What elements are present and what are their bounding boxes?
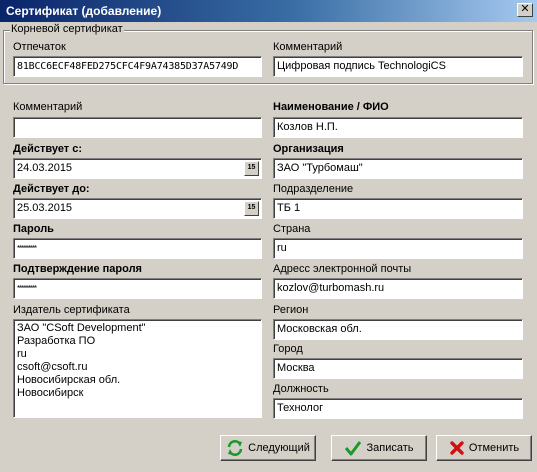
save-button-label: Записать xyxy=(366,442,414,454)
valid-to-label: Действует до: xyxy=(13,183,90,195)
position-field[interactable]: Технолог xyxy=(273,398,523,419)
calendar-icon[interactable]: 15 xyxy=(244,161,259,176)
root-certificate-group-label: Корневой сертификат xyxy=(10,23,124,35)
title-bar: Сертификат (добавление) ✕ xyxy=(0,0,537,22)
cancel-button[interactable]: Отменить xyxy=(436,435,532,461)
issuer-line: ru xyxy=(17,348,27,360)
organization-label: Организация xyxy=(273,143,344,155)
root-comment-label: Комментарий xyxy=(273,41,343,53)
issuer-line: ЗАО "CSoft Development" xyxy=(17,322,146,334)
password-label: Пароль xyxy=(13,223,54,235)
email-label: Адресс электронной почты xyxy=(273,263,412,275)
issuer-line: csoft@csoft.ru xyxy=(17,361,88,373)
department-label: Подразделение xyxy=(273,183,354,195)
country-field[interactable]: ru xyxy=(273,238,523,259)
root-comment-field[interactable]: Цифровая подпись TechnologiCS xyxy=(273,56,523,77)
issuer-line: Новосибирская обл. xyxy=(17,374,121,386)
window-title: Сертификат (добавление) xyxy=(6,4,162,18)
valid-from-field[interactable]: 24.03.2015 15 xyxy=(13,158,262,179)
valid-to-value: 25.03.2015 xyxy=(17,202,73,214)
fingerprint-label: Отпечаток xyxy=(13,41,66,53)
comment-label: Комментарий xyxy=(13,101,83,113)
comment-field[interactable] xyxy=(13,117,262,138)
cancel-button-label: Отменить xyxy=(468,442,520,454)
email-field[interactable]: kozlov@turbomash.ru xyxy=(273,278,523,299)
next-button[interactable]: Следующий xyxy=(220,435,316,461)
valid-to-field[interactable]: 25.03.2015 15 xyxy=(13,198,262,219)
fingerprint-field[interactable]: 81BCC6ECF48FED275CFC4F9A74385D37A5749D xyxy=(13,56,262,77)
red-x-icon xyxy=(450,441,464,455)
department-field[interactable]: ТБ 1 xyxy=(273,198,523,219)
password-confirm-label: Подтверждение пароля xyxy=(13,263,142,275)
refresh-arrows-icon xyxy=(227,440,243,456)
issuer-line: Разработка ПО xyxy=(17,335,96,347)
checkmark-icon xyxy=(345,441,362,456)
city-field[interactable]: Москва xyxy=(273,358,523,379)
country-label: Страна xyxy=(273,223,311,235)
close-button[interactable]: ✕ xyxy=(517,3,533,17)
issuer-memo[interactable]: ЗАО "CSoft Development" Разработка ПО ru… xyxy=(13,319,262,418)
position-label: Должность xyxy=(273,383,329,395)
city-label: Город xyxy=(273,343,303,355)
issuer-line: Новосибирск xyxy=(17,387,84,399)
password-field[interactable]: ********* xyxy=(13,238,262,259)
password-confirm-field[interactable]: ********* xyxy=(13,278,262,299)
valid-from-value: 24.03.2015 xyxy=(17,162,73,174)
name-field[interactable]: Козлов Н.П. xyxy=(273,117,523,138)
next-button-label: Следующий xyxy=(248,442,310,454)
valid-from-label: Действует с: xyxy=(13,143,83,155)
region-label: Регион xyxy=(273,304,309,316)
organization-field[interactable]: ЗАО "Турбомаш" xyxy=(273,158,523,179)
issuer-label: Издатель сертификата xyxy=(13,304,130,316)
save-button[interactable]: Записать xyxy=(331,435,427,461)
calendar-icon[interactable]: 15 xyxy=(244,201,259,216)
region-field[interactable]: Московская обл. xyxy=(273,319,523,340)
name-label: Наименование / ФИО xyxy=(273,101,389,113)
close-icon: ✕ xyxy=(520,3,530,15)
